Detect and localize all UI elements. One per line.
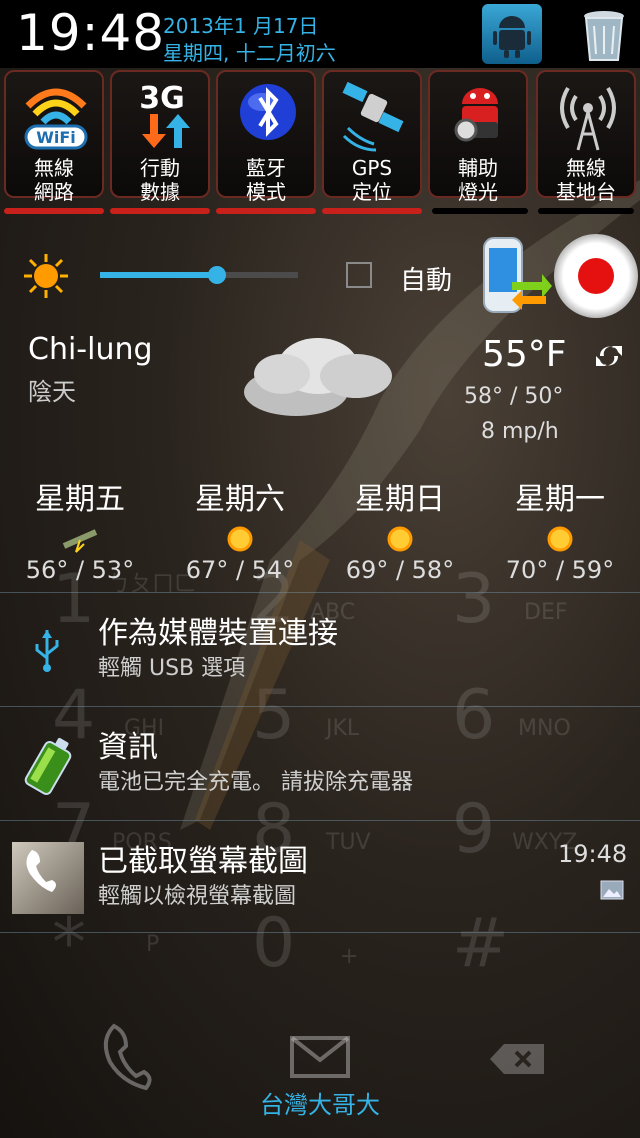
phone-icon bbox=[103, 1023, 152, 1091]
notification-title: 已截取螢幕截圖 bbox=[98, 844, 308, 879]
storm-icon bbox=[62, 529, 98, 553]
weather-temperature: 55°F bbox=[482, 334, 567, 375]
toggle-label-line1: 無線 bbox=[566, 156, 606, 180]
brightness-sun-icon bbox=[24, 254, 68, 298]
svg-text:WiFi: WiFi bbox=[36, 128, 76, 147]
sun-icon bbox=[227, 526, 253, 552]
toggle-label-line1: 行動 bbox=[140, 156, 180, 180]
phone-handset-icon bbox=[26, 850, 56, 892]
forecast-day: 星期一 70° / 59° bbox=[480, 474, 640, 584]
backspace-icon bbox=[490, 1044, 544, 1074]
mobile-data-3g-icon: 3G bbox=[139, 81, 190, 148]
weather-hi-lo: 58° / 50° bbox=[464, 384, 564, 409]
forecast-temps: 56° / 53° bbox=[25, 556, 135, 584]
wifi-icon: WiFi bbox=[24, 88, 88, 150]
forecast-temps: 67° / 54° bbox=[185, 556, 295, 584]
weather-city: Chi-lung bbox=[28, 332, 153, 367]
toggle-wifi[interactable]: WiFi 無線 網路 bbox=[4, 70, 104, 204]
forecast-day-name: 星期六 bbox=[195, 482, 285, 517]
record-button[interactable] bbox=[554, 234, 638, 318]
toggle-label-line1: 藍牙 bbox=[246, 156, 286, 180]
date-line: 2013年1 月17日 bbox=[163, 14, 319, 38]
battery-full-icon bbox=[24, 738, 72, 795]
toggle-mobile-data-state-bar bbox=[110, 208, 210, 214]
notification-usb[interactable]: 作為媒體裝置連接 輕觸 USB 選項 bbox=[0, 594, 640, 706]
brightness-slider-fill bbox=[100, 272, 217, 278]
clock: 19:48 bbox=[16, 4, 166, 62]
divider bbox=[0, 820, 640, 821]
notification-time: 19:48 bbox=[558, 840, 628, 868]
envelope-icon bbox=[290, 1036, 350, 1078]
toggle-flashlight[interactable]: 輔助 燈光 bbox=[428, 70, 528, 204]
toggle-label-line1: 輔助 bbox=[458, 156, 498, 180]
screen-mirror-button[interactable] bbox=[482, 236, 552, 316]
toggle-gps[interactable]: GPS 定位 bbox=[322, 70, 422, 204]
divider bbox=[0, 706, 640, 707]
toggle-mobile-data[interactable]: 3G 行動 數據 bbox=[110, 70, 210, 204]
toggle-wifi-state-bar bbox=[4, 208, 104, 214]
toggle-bluetooth[interactable]: 藍牙 模式 bbox=[216, 70, 316, 204]
lunar-date-line: 星期四, 十二月初六 bbox=[163, 41, 336, 65]
toggle-label-line1: 無線 bbox=[34, 156, 74, 180]
notification-battery[interactable]: 資訊 電池已完全充電。 請拔除充電器 bbox=[0, 708, 640, 820]
toggle-hotspot-state-bar bbox=[538, 208, 634, 214]
notification-screenshot[interactable]: 已截取螢幕截圖 輕觸以檢視螢幕截圖 19:48 bbox=[0, 822, 640, 932]
sun-icon bbox=[387, 526, 413, 552]
bluetooth-icon bbox=[240, 84, 296, 140]
forecast-day-name: 星期五 bbox=[35, 482, 125, 517]
forecast-day: 星期日 69° / 58° bbox=[320, 474, 480, 584]
toggle-label-line1: GPS bbox=[351, 156, 393, 180]
hotspot-icon bbox=[560, 86, 616, 151]
notification-subtitle: 輕觸以檢視螢幕截圖 bbox=[98, 884, 297, 909]
gps-satellite-icon bbox=[342, 81, 404, 152]
sun-icon bbox=[547, 526, 573, 552]
forecast-temps: 69° / 58° bbox=[345, 556, 455, 584]
toggle-label-line2: 基地台 bbox=[556, 180, 616, 204]
toggle-label-line2: 模式 bbox=[246, 180, 286, 204]
forecast-day: 星期六 67° / 54° bbox=[160, 474, 320, 584]
trash-can-icon bbox=[584, 11, 624, 61]
toggle-label-line2: 數據 bbox=[140, 180, 180, 204]
android-robot-icon bbox=[493, 16, 531, 58]
notification-subtitle: 電池已完全充電。 請拔除充電器 bbox=[98, 770, 413, 795]
usb-icon bbox=[35, 630, 59, 672]
brightness-slider-thumb[interactable] bbox=[208, 266, 226, 284]
carrier-label: 台灣大哥大 bbox=[260, 1091, 380, 1119]
forecast-day: 星期五 56° / 53° bbox=[0, 474, 160, 584]
toggle-label-line2: 燈光 bbox=[458, 180, 498, 204]
phone-transfer-icon bbox=[483, 237, 552, 313]
weather-wind: 8 mp/h bbox=[481, 419, 559, 444]
toggle-flashlight-state-bar bbox=[432, 208, 528, 214]
toggle-label-line2: 定位 bbox=[352, 180, 392, 204]
android-settings-button[interactable] bbox=[482, 4, 542, 64]
forecast-temps: 70° / 59° bbox=[505, 556, 615, 584]
svg-text:3G: 3G bbox=[139, 81, 185, 116]
toggle-hotspot[interactable]: 無線 基地台 bbox=[536, 70, 636, 204]
refresh-icon[interactable] bbox=[594, 342, 624, 370]
toggle-bluetooth-state-bar bbox=[216, 208, 316, 214]
divider bbox=[0, 932, 640, 933]
forecast-day-name: 星期日 bbox=[355, 482, 445, 517]
toggle-label-line2: 網路 bbox=[34, 180, 74, 204]
record-icon bbox=[578, 258, 614, 294]
flashlight-android-icon bbox=[454, 88, 498, 142]
forecast-day-name: 星期一 bbox=[515, 482, 605, 517]
image-icon bbox=[600, 880, 624, 900]
notification-subtitle: 輕觸 USB 選項 bbox=[98, 656, 246, 681]
notification-title: 作為媒體裝置連接 bbox=[98, 616, 338, 651]
cloudy-weather-icon bbox=[244, 338, 392, 416]
divider bbox=[0, 592, 640, 593]
auto-brightness-label: 自動 bbox=[400, 266, 453, 296]
auto-brightness-checkbox[interactable] bbox=[346, 262, 372, 288]
clear-notifications-button[interactable] bbox=[574, 4, 634, 64]
weather-condition: 陰天 bbox=[28, 378, 76, 406]
toggle-gps-state-bar bbox=[322, 208, 422, 214]
screenshot-thumbnail bbox=[12, 842, 84, 914]
notification-title: 資訊 bbox=[98, 730, 158, 765]
